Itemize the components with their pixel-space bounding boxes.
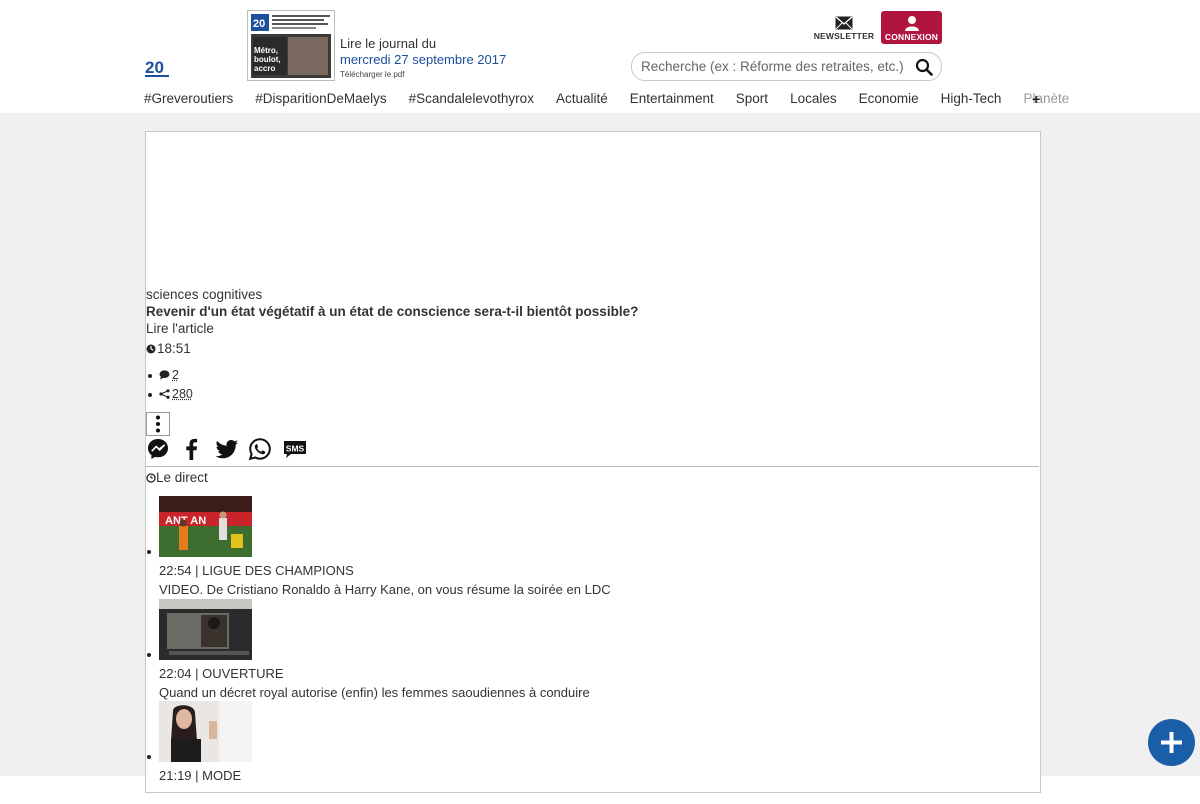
article-headline[interactable]: Revenir d'un état végétatif à un état de… bbox=[146, 303, 1036, 320]
nav-item-actualite[interactable]: Actualité bbox=[556, 91, 608, 106]
clock-outline-icon bbox=[146, 472, 156, 483]
live-feed-item: ANT AN 22:54 | LIGUE DES CHAMPIONS VIDEO… bbox=[147, 496, 919, 599]
feed-item-meta: 22:04 | OUVERTURE bbox=[159, 665, 284, 681]
share-icon bbox=[159, 389, 170, 399]
twitter-icon bbox=[215, 440, 238, 459]
svg-text:20: 20 bbox=[253, 18, 265, 30]
feed-item-meta: 22:54 | LIGUE DES CHAMPIONS bbox=[159, 563, 354, 578]
share-twitter-button[interactable] bbox=[214, 437, 240, 463]
messenger-icon bbox=[148, 439, 168, 459]
journal-info[interactable]: Lire le journal du mercredi 27 septembre… bbox=[340, 36, 506, 82]
feed-item-thumbnail[interactable]: ANT AN bbox=[159, 496, 252, 557]
user-icon bbox=[904, 16, 919, 31]
share-whatsapp-button[interactable] bbox=[248, 437, 274, 463]
connexion-button[interactable]: CONNEXION bbox=[881, 11, 942, 44]
nav-more-button[interactable]: + bbox=[1032, 91, 1040, 107]
nav-item-greveroutiers[interactable]: #Greveroutiers bbox=[144, 91, 233, 106]
search-box bbox=[631, 52, 942, 81]
section-divider bbox=[145, 466, 1039, 467]
whatsapp-icon bbox=[248, 438, 271, 461]
feed-item-title[interactable]: Quand un décret royal autorise (enfin) l… bbox=[159, 685, 590, 701]
more-options-button[interactable] bbox=[146, 412, 170, 436]
nav-item-locales[interactable]: Locales bbox=[790, 91, 837, 106]
share-messenger-button[interactable] bbox=[146, 437, 172, 463]
journal-intro: Lire le journal du bbox=[340, 36, 437, 51]
nav-item-disparitiondemaelys[interactable]: #DisparitionDeMaelys bbox=[255, 91, 386, 106]
live-feed-list: ANT AN 22:54 | LIGUE DES CHAMPIONS VIDEO… bbox=[147, 496, 919, 804]
newsletter-button[interactable]: NEWSLETTER bbox=[812, 14, 876, 46]
facebook-icon bbox=[186, 438, 198, 460]
read-article-link[interactable]: Lire l'article bbox=[146, 320, 1036, 337]
shares-count: 280 bbox=[148, 385, 193, 404]
article-rubric[interactable]: sciences cognitives bbox=[146, 286, 1036, 303]
feed-item-thumbnail[interactable] bbox=[159, 701, 252, 762]
sms-icon: SMS bbox=[284, 441, 306, 458]
main-nav: #Greveroutiers #DisparitionDeMaelys #Scand… bbox=[144, 90, 1091, 110]
feed-item-thumbnail[interactable] bbox=[159, 598, 252, 660]
newsletter-label: NEWSLETTER bbox=[813, 31, 875, 41]
journal-date[interactable]: mercredi 27 septembre 2017 bbox=[340, 51, 506, 68]
article-stats: 2 280 bbox=[148, 366, 193, 404]
kebab-menu-icon bbox=[156, 415, 160, 433]
share-facebook-button[interactable] bbox=[180, 437, 206, 463]
svg-text:boulot,: boulot, bbox=[254, 55, 281, 64]
journal-cover-thumbnail[interactable]: 20 Métro, boulot, accro bbox=[247, 10, 335, 81]
nav-item-planete[interactable]: Planète bbox=[1023, 91, 1069, 106]
featured-article: sciences cognitives Revenir d'un état vé… bbox=[146, 286, 1036, 357]
clock-icon bbox=[146, 344, 156, 353]
search-input[interactable] bbox=[641, 57, 903, 75]
site-header: 20 20 Métro, boulot, accro Lire le journ… bbox=[0, 0, 1200, 113]
comments-count: 2 bbox=[148, 366, 193, 385]
share-sms-button[interactable]: SMS bbox=[282, 437, 310, 463]
nav-item-economie[interactable]: Economie bbox=[859, 91, 919, 106]
nav-item-entertainment[interactable]: Entertainment bbox=[630, 91, 714, 106]
svg-text:SMS: SMS bbox=[286, 443, 305, 453]
svg-text:Métro,: Métro, bbox=[254, 46, 278, 55]
comment-icon bbox=[159, 370, 170, 380]
live-feed-item: 21:19 | MODE bbox=[147, 701, 919, 804]
journal-download-link[interactable]: Télécharger le pdf bbox=[340, 68, 506, 82]
article-time: 18:51 bbox=[146, 340, 1036, 357]
plus-icon bbox=[1161, 732, 1182, 753]
feed-item-meta: 21:19 | MODE bbox=[159, 768, 242, 783]
svg-text:accro: accro bbox=[254, 64, 275, 73]
nav-item-scandalelevothyrox[interactable]: #Scandalelevothyrox bbox=[409, 91, 534, 106]
article-time-value: 18:51 bbox=[157, 341, 191, 356]
nav-item-high-tech[interactable]: High-Tech bbox=[941, 91, 1002, 106]
search-icon[interactable] bbox=[915, 58, 933, 76]
live-feed-item: 22:04 | OUVERTURE Quand un décret royal … bbox=[147, 598, 919, 702]
add-floating-button[interactable] bbox=[1148, 719, 1195, 766]
nav-item-sport[interactable]: Sport bbox=[736, 91, 768, 106]
connexion-label: CONNEXION bbox=[884, 32, 939, 42]
comments-link[interactable]: 2 bbox=[172, 368, 179, 382]
shares-link[interactable]: 280 bbox=[172, 387, 193, 401]
live-feed-header[interactable]: Le direct bbox=[146, 470, 208, 485]
envelope-icon bbox=[835, 16, 853, 30]
site-logo[interactable]: 20 bbox=[145, 57, 169, 79]
live-feed-label: Le direct bbox=[156, 470, 208, 485]
feed-item-title[interactable]: VIDEO. De Cristiano Ronaldo à Harry Kane… bbox=[159, 582, 611, 598]
svg-text:20: 20 bbox=[145, 58, 164, 77]
